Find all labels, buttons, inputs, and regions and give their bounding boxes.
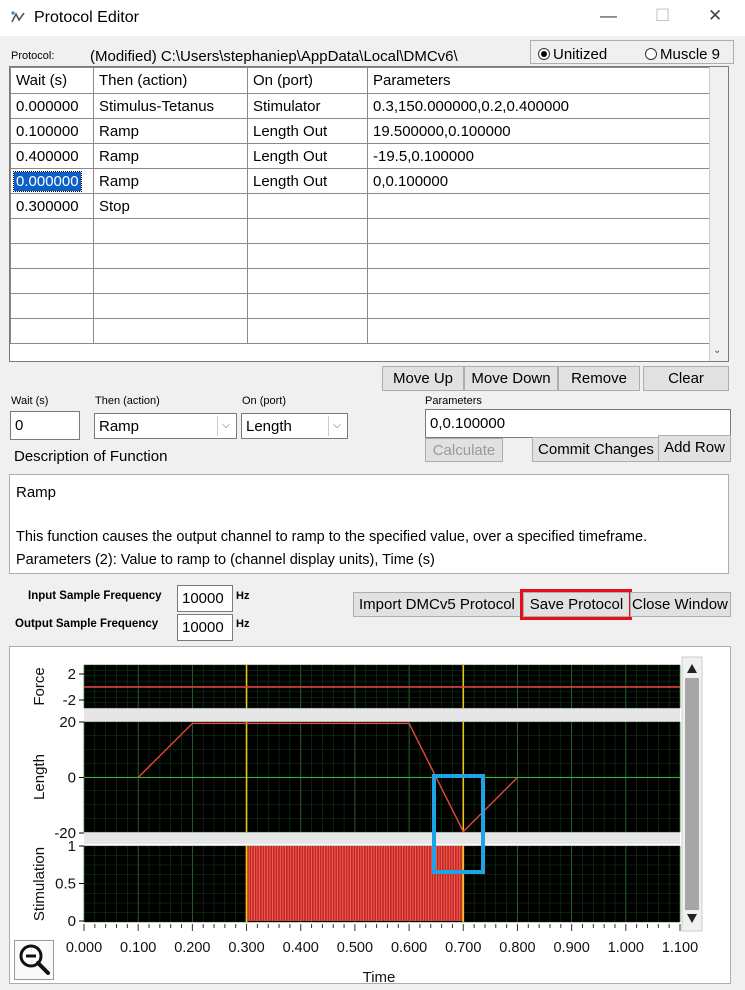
panel-separator	[84, 708, 680, 722]
zoom-button[interactable]	[14, 940, 54, 980]
y-axis-label: Stimulation	[31, 847, 48, 921]
panel-separator	[84, 832, 680, 844]
zoom-out-icon	[19, 944, 50, 975]
x-tick-label: 0.600	[391, 940, 427, 956]
x-tick-label: 0.000	[66, 940, 102, 956]
y-tick-label: 0	[68, 770, 76, 787]
x-tick-label: 0.800	[499, 940, 535, 956]
x-tick-label: 0.300	[228, 940, 264, 956]
y-axis-label: Force	[31, 667, 48, 705]
y-tick-label: -2	[63, 692, 76, 709]
protocol-chart: 2-2Force200-20Length10.50Stimulation0.00…	[31, 656, 703, 986]
x-tick-label: 0.100	[120, 940, 156, 956]
x-tick-label: 0.700	[445, 940, 481, 956]
y-tick-label: 0.5	[55, 876, 76, 893]
y-tick-label: 20	[59, 714, 76, 731]
plot-scrollbar-thumb	[685, 678, 699, 910]
y-tick-label: 1	[68, 838, 76, 855]
x-tick-label: 0.400	[283, 940, 319, 956]
x-tick-label: 0.900	[553, 940, 589, 956]
x-tick-label: 0.500	[337, 940, 373, 956]
x-tick-label: 1.100	[662, 940, 698, 956]
y-axis-label: Length	[31, 754, 48, 800]
x-axis-label: Time	[363, 969, 396, 986]
x-tick-label: 1.000	[608, 940, 644, 956]
y-tick-label: 2	[68, 666, 76, 683]
x-tick-label: 0.200	[174, 940, 210, 956]
y-tick-label: 0	[68, 913, 76, 930]
